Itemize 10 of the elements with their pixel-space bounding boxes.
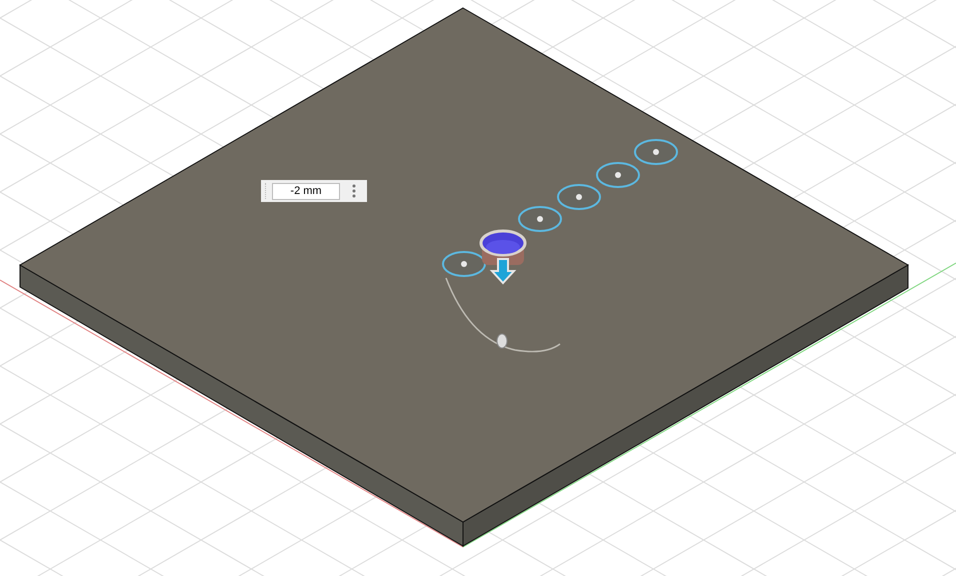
hole-outline[interactable] xyxy=(518,206,562,232)
dimension-input-field[interactable]: -2 mm xyxy=(272,182,340,200)
arrow-down-icon[interactable] xyxy=(490,258,516,284)
hole-outline[interactable] xyxy=(442,251,486,277)
hole-outline[interactable] xyxy=(634,139,678,165)
hole-drawing[interactable] xyxy=(480,230,526,265)
more-icon[interactable] xyxy=(352,184,356,198)
grip-icon[interactable] xyxy=(265,183,268,199)
hole-outline[interactable] xyxy=(596,162,640,188)
hole-outline[interactable] xyxy=(557,184,601,210)
